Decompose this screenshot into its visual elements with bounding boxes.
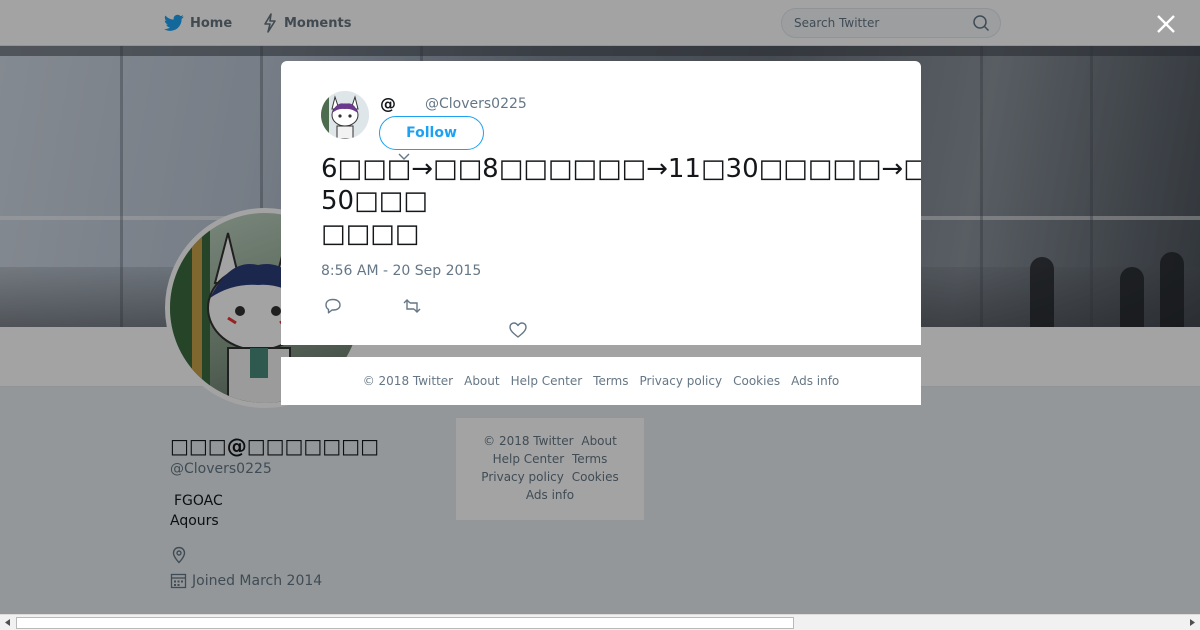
footer-cookies[interactable]: Cookies [733, 374, 780, 388]
tweet-author-avatar[interactable] [321, 91, 369, 139]
footer-ads-info[interactable]: Ads info [791, 374, 839, 388]
follow-button[interactable]: Follow [379, 116, 484, 150]
tweet-modal: @ @Clovers0225 Follow 6□□□→□□8□□□□□□→11□… [281, 61, 921, 345]
tweet-text-line-3: □□□□ [321, 219, 420, 249]
close-modal-button[interactable] [1154, 12, 1178, 36]
tweet-text-line-2: 50□□□ [321, 186, 428, 216]
footer-terms[interactable]: Terms [593, 374, 628, 388]
scroll-left-arrow-icon[interactable] [0, 615, 16, 630]
footer-privacy[interactable]: Privacy policy [640, 374, 723, 388]
scroll-right-arrow-icon[interactable] [1184, 615, 1200, 630]
author-avatar-illustration [321, 91, 369, 139]
tweet-timestamp[interactable]: 8:56 AM - 20 Sep 2015 [321, 263, 481, 279]
close-icon [1157, 15, 1175, 33]
footer-help-center[interactable]: Help Center [511, 374, 583, 388]
horizontal-scrollbar[interactable] [0, 614, 1200, 630]
footer-about[interactable]: About [464, 374, 499, 388]
retweet-icon [403, 299, 421, 313]
reply-icon [325, 298, 341, 314]
tweet-text-line-1: 6□□□→□□8□□□□□□→11□30□□□□□→□□□□□□□□□□→16□… [321, 154, 921, 184]
heart-icon [509, 322, 527, 338]
reply-button[interactable] [323, 296, 343, 316]
scrollbar-thumb[interactable] [16, 617, 794, 629]
like-button[interactable] [508, 320, 528, 340]
footer-copyright: © 2018 Twitter [362, 374, 454, 388]
modal-footer: © 2018 Twitter About Help Center Terms P… [281, 357, 921, 405]
retweet-button[interactable] [402, 296, 422, 316]
tweet-author-name[interactable]: @ [380, 94, 396, 113]
tweet-author-handle[interactable]: @Clovers0225 [425, 96, 527, 112]
